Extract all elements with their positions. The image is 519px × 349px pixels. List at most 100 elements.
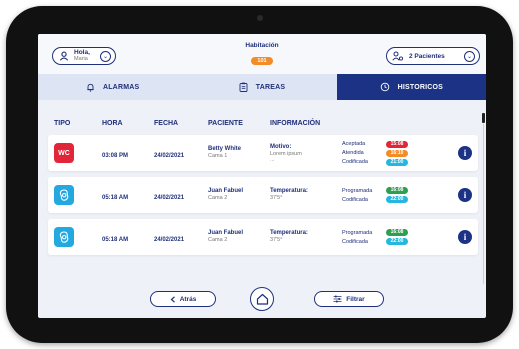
user-name: Maria	[74, 56, 88, 62]
column-header-paciente: PACIENTE	[208, 119, 243, 127]
app-screen: Hola, Maria ⌄ Habitación 101 2 Pacientes…	[38, 34, 486, 318]
tab-label: ALARMAS	[102, 83, 140, 91]
status-cell: Programada 16:08 Codificada 22:00	[342, 186, 452, 204]
tab-label: TAREAS	[255, 83, 286, 91]
status-time-badge: 16:10	[386, 149, 408, 157]
patient-bed: Cama 1	[208, 153, 228, 159]
hora-value: 03:08 PM	[102, 153, 129, 159]
tab-bar: ALARMAS TAREAS HISTORICOS	[38, 74, 486, 100]
patient-bed: Cama 2	[208, 195, 228, 201]
status-row: Aceptada 15:08	[342, 140, 452, 149]
patient-cell: Betty White Cama 1	[208, 146, 270, 160]
chevron-down-icon: ⌄	[464, 51, 475, 62]
thermometer-icon	[54, 185, 74, 205]
status-row: Codificada 21:00	[342, 158, 452, 167]
status-label: Atendida	[342, 150, 364, 156]
status-time-badge: 16:08	[386, 187, 408, 194]
status-time-badge: 21:00	[386, 158, 408, 166]
hora-cell: 05:18 AM	[92, 228, 154, 246]
info-cell: Motivo: Lorem ipsum ...	[270, 144, 342, 163]
patients-selector[interactable]: 2 Pacientes ⌄	[386, 47, 480, 65]
hora-cell: 05:18 AM	[92, 186, 154, 204]
info-button-cell: i	[452, 230, 478, 244]
fecha-value: 24/02/2021	[154, 237, 185, 243]
status-time-badge: 22:00	[386, 238, 408, 245]
clipboard-icon	[239, 82, 248, 92]
camera-dot	[257, 15, 263, 21]
status-time-badge: 22:00	[386, 196, 408, 203]
history-table: TIPO HORA FECHA PACIENTE INFORMACIÓN WC …	[48, 111, 478, 293]
info-title: Temperatura:	[270, 188, 308, 194]
fecha-value: 24/02/2021	[154, 153, 185, 159]
patient-name: Juan Fabuel	[208, 230, 244, 236]
table-row[interactable]: WC 03:08 PM 24/02/2021 Betty White Cama …	[48, 135, 478, 171]
footer-bar: Atrás Filtrar	[38, 287, 486, 318]
info-value: 37'5°	[270, 195, 283, 201]
user-menu[interactable]: Hola, Maria ⌄	[52, 47, 116, 65]
status-row: Codificada 22:00	[342, 195, 452, 204]
tab-label: HISTORICOS	[397, 83, 444, 91]
info-button-cell: i	[452, 146, 478, 160]
patients-label: 2 Pacientes	[409, 52, 445, 60]
info-cell: Temperatura: 37'5°	[270, 230, 342, 244]
status-time-badge: 16:08	[386, 229, 408, 236]
filter-button[interactable]: Filtrar	[314, 291, 384, 307]
patient-bed: Cama 2	[208, 237, 228, 243]
info-button-cell: i	[452, 188, 478, 202]
status-row: Codificada 22:00	[342, 237, 452, 246]
back-button[interactable]: Atrás	[150, 291, 216, 307]
table-row[interactable]: 05:18 AM 24/02/2021 Juan Fabuel Cama 2 T…	[48, 219, 478, 255]
user-greeting: Hola, Maria	[74, 49, 90, 63]
status-label: Codificada	[342, 159, 368, 165]
status-cell: Aceptada 15:08 Atendida 16:10 Codificada…	[342, 140, 452, 167]
history-icon	[380, 82, 390, 92]
column-header-hora: HORA	[102, 119, 123, 127]
user-icon	[57, 49, 71, 63]
info-icon[interactable]: i	[458, 146, 472, 160]
users-icon	[391, 49, 405, 63]
room-info: Habitación 101	[232, 42, 292, 67]
fecha-value: 24/02/2021	[154, 195, 185, 201]
info-value: Lorem ipsum	[270, 150, 302, 157]
greeting-text: Hola,	[74, 49, 90, 56]
home-button[interactable]	[250, 287, 274, 311]
info-cell: Temperatura: 37'5°	[270, 188, 342, 202]
wc-badge: WC	[54, 143, 74, 163]
tab-tareas[interactable]: TAREAS	[187, 74, 336, 100]
tab-alarmas[interactable]: ALARMAS	[38, 74, 187, 100]
patient-name: Juan Fabuel	[208, 188, 244, 194]
chevron-down-icon: ⌄	[100, 51, 111, 62]
scrollbar-thumb[interactable]	[482, 113, 485, 123]
patient-name: Betty White	[208, 146, 241, 152]
patient-cell: Juan Fabuel Cama 2	[208, 230, 270, 244]
app-header: Hola, Maria ⌄ Habitación 101 2 Pacientes…	[38, 34, 486, 74]
hora-value: 05:18 AM	[102, 237, 129, 243]
info-value: 37'5°	[270, 237, 283, 243]
scrollbar-track	[483, 124, 484, 284]
type-cell: WC	[48, 143, 92, 163]
info-icon[interactable]: i	[458, 188, 472, 202]
fecha-cell: 24/02/2021	[154, 228, 208, 246]
info-extra: ...	[270, 156, 275, 163]
hora-cell: 03:08 PM	[92, 144, 154, 162]
table-row[interactable]: 05:18 AM 24/02/2021 Juan Fabuel Cama 2 T…	[48, 177, 478, 213]
tab-historicos[interactable]: HISTORICOS	[336, 74, 486, 100]
status-label: Programada	[342, 229, 373, 236]
back-label: Atrás	[179, 295, 197, 303]
table-header: TIPO HORA FECHA PACIENTE INFORMACIÓN	[48, 111, 478, 135]
status-row: Programada 16:08	[342, 228, 452, 237]
filter-label: Filtrar	[346, 295, 365, 303]
info-title: Temperatura:	[270, 230, 308, 236]
type-cell	[48, 227, 92, 247]
status-row: Programada 16:08	[342, 186, 452, 195]
status-cell: Programada 16:08 Codificada 22:00	[342, 228, 452, 246]
column-header-tipo: TIPO	[54, 119, 71, 127]
status-label: Codificada	[342, 196, 368, 203]
status-time-badge: 15:08	[386, 140, 408, 148]
fecha-cell: 24/02/2021	[154, 186, 208, 204]
info-icon[interactable]: i	[458, 230, 472, 244]
fecha-cell: 24/02/2021	[154, 144, 208, 162]
type-cell	[48, 185, 92, 205]
room-number-badge: 101	[251, 57, 273, 65]
info-title: Motivo:	[270, 143, 292, 150]
